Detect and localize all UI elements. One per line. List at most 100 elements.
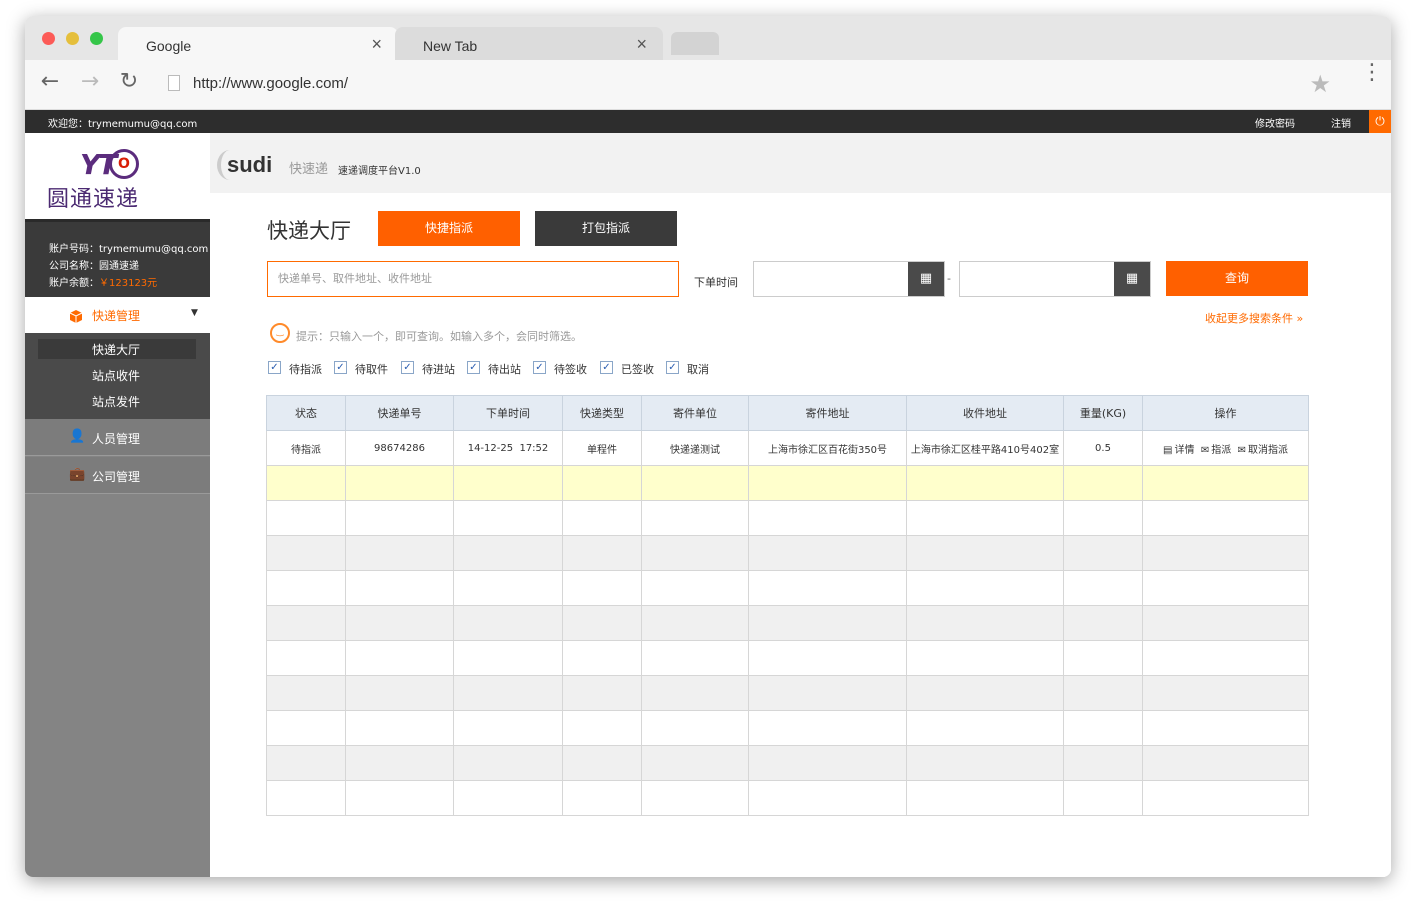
table-row[interactable] (266, 500, 1309, 536)
address-bar[interactable]: http://www.google.com/ (193, 75, 348, 92)
sidebar: YT O 圆通速递 账户号码：trymemumu@qq.com 公司名称：圆通速… (25, 133, 210, 877)
column-header[interactable]: 寄件单位 (641, 395, 749, 431)
checkbox-checked-icon[interactable]: ✓ (666, 361, 679, 374)
table-row[interactable] (266, 605, 1309, 641)
change-password-link[interactable]: 修改密码 (1255, 115, 1295, 130)
browser-tab-new-tab[interactable]: New Tab × (395, 27, 663, 60)
end-date-input[interactable]: ▦ (959, 261, 1151, 297)
filter-label: 待取件 (355, 363, 388, 376)
account-info: 账户号码：trymemumu@qq.com 公司名称：圆通速递 账户余额：￥12… (25, 219, 210, 297)
filter-label: 已签收 (621, 363, 654, 376)
table-row[interactable] (266, 465, 1309, 501)
browser-tab-google[interactable]: Google × (118, 27, 398, 60)
table-row[interactable]: 待指派 98674286 14-12-25 17:52 单程件 快递递测试 上海… (266, 430, 1309, 466)
brand-version: 速递调度平台V1.0 (338, 166, 421, 177)
table-row[interactable] (266, 745, 1309, 781)
account-number: 账户号码：trymemumu@qq.com (49, 244, 209, 255)
query-button[interactable]: 查询 (1166, 261, 1308, 296)
table-row[interactable] (266, 675, 1309, 711)
cell-status: 待指派 (266, 430, 346, 466)
new-tab-button[interactable] (671, 32, 719, 55)
forward-arrow-icon[interactable]: → (75, 69, 105, 94)
company-logo: YT O 圆通速递 (25, 133, 210, 219)
column-header[interactable]: 操作 (1142, 395, 1309, 431)
browser-toolbar: ← → ↻ http://www.google.com/ ★ ⋮ (25, 60, 1391, 110)
tab-label: New Tab (423, 38, 478, 54)
page-icon (168, 75, 180, 91)
tab-close-icon[interactable]: × (371, 34, 382, 55)
column-header[interactable]: 下单时间 (453, 395, 563, 431)
table-row[interactable] (266, 535, 1309, 571)
filter-label: 待签收 (554, 363, 587, 376)
column-header[interactable]: 快递类型 (562, 395, 642, 431)
date-separator: - (947, 272, 951, 285)
dispatch-link[interactable]: 指派 (1211, 445, 1231, 456)
minimize-window-button[interactable] (66, 32, 79, 45)
table-row[interactable] (266, 570, 1309, 606)
browser-tabbar: Google × New Tab × (25, 16, 1391, 60)
column-header[interactable]: 收件地址 (906, 395, 1064, 431)
search-input[interactable]: 快递单号、取件地址、收件地址 (267, 261, 679, 297)
logo-circle: O (109, 149, 139, 179)
cancel-dispatch-link[interactable]: 取消指派 (1248, 445, 1288, 456)
tab-close-icon[interactable]: × (636, 34, 647, 55)
logo-name: 圆通速递 (47, 187, 140, 212)
logout-link[interactable]: 注销 (1331, 115, 1351, 130)
calendar-icon[interactable]: ▦ (1114, 262, 1150, 296)
start-date-input[interactable]: ▦ (753, 261, 945, 297)
sidebar-subitem-station-receive[interactable]: 站点收件 (38, 365, 196, 385)
sidebar-item-company-management[interactable]: 💼 公司管理 (25, 457, 210, 494)
sidebar-subitem-express-hall[interactable]: 快递大厅 (38, 339, 196, 359)
checkbox-checked-icon[interactable]: ✓ (600, 361, 613, 374)
envelope-icon: ✉ (1200, 444, 1210, 456)
sidebar-subitem-station-send[interactable]: 站点发件 (38, 391, 196, 411)
order-time-label: 下单时间 (694, 276, 738, 289)
cell-from-address: 上海市徐汇区百花街350号 (748, 430, 907, 466)
checkbox-checked-icon[interactable]: ✓ (268, 361, 281, 374)
calendar-icon[interactable]: ▦ (908, 262, 944, 296)
cell-unit: 快递递测试 (641, 430, 749, 466)
pack-dispatch-button[interactable]: 打包指派 (535, 211, 677, 246)
column-header[interactable]: 寄件地址 (748, 395, 907, 431)
filter-label: 待指派 (289, 363, 322, 376)
search-hint: 提示：只输入一个，即可查询。如输入多个，会同时筛选。 (296, 330, 582, 343)
filter-label: 待出站 (488, 363, 521, 376)
collapse-search-link[interactable]: 收起更多搜索条件 » (1205, 310, 1303, 326)
subitem-label: 站点发件 (92, 395, 141, 409)
package-icon (69, 308, 83, 327)
subitem-label: 站点收件 (92, 369, 141, 383)
power-icon[interactable]: ⏻ (1369, 110, 1391, 133)
close-window-button[interactable] (42, 32, 55, 45)
chevron-down-icon: ▼ (191, 308, 198, 318)
cell-weight: 0.5 (1063, 430, 1143, 466)
cell-to-address: 上海市徐汇区桂平路410号402室 (906, 430, 1064, 466)
app-topbar: 欢迎您：trymemumu@qq.com 修改密码 注销 ⏻ (25, 110, 1391, 133)
company-name: 公司名称：圆通速递 (49, 261, 139, 272)
sidebar-item-staff-management[interactable]: 👤 人员管理 (25, 419, 210, 456)
column-header[interactable]: 重量(KG) (1063, 395, 1143, 431)
bookmark-star-icon[interactable]: ★ (1309, 70, 1331, 98)
cell-time: 14-12-25 17:52 (453, 430, 563, 466)
table-header-row: 状态 快递单号 下单时间 快递类型 寄件单位 寄件地址 收件地址 重量(KG) … (266, 395, 1309, 431)
checkbox-checked-icon[interactable]: ✓ (334, 361, 347, 374)
browser-window: Google × New Tab × ← → ↻ http://www.goog… (25, 16, 1391, 877)
table-row[interactable] (266, 780, 1309, 816)
table-row[interactable] (266, 640, 1309, 676)
cell-type: 单程件 (562, 430, 642, 466)
back-arrow-icon[interactable]: ← (35, 69, 65, 94)
column-header[interactable]: 状态 (266, 395, 346, 431)
maximize-window-button[interactable] (90, 32, 103, 45)
sidebar-item-express-management[interactable]: 快递管理 ▼ (25, 297, 210, 333)
quick-dispatch-button[interactable]: 快捷指派 (378, 211, 520, 246)
reload-icon[interactable]: ↻ (114, 69, 144, 94)
details-link[interactable]: 详情 (1174, 445, 1194, 456)
browser-menu-icon[interactable]: ⋮ (1361, 62, 1383, 84)
column-header[interactable]: 快递单号 (345, 395, 454, 431)
smiley-icon: ‿ (270, 323, 290, 343)
checkbox-checked-icon[interactable]: ✓ (533, 361, 546, 374)
table-row[interactable] (266, 710, 1309, 746)
sidebar-item-label: 人员管理 (92, 432, 141, 446)
balance-label: 账户余额： (49, 278, 99, 289)
checkbox-checked-icon[interactable]: ✓ (401, 361, 414, 374)
checkbox-checked-icon[interactable]: ✓ (467, 361, 480, 374)
